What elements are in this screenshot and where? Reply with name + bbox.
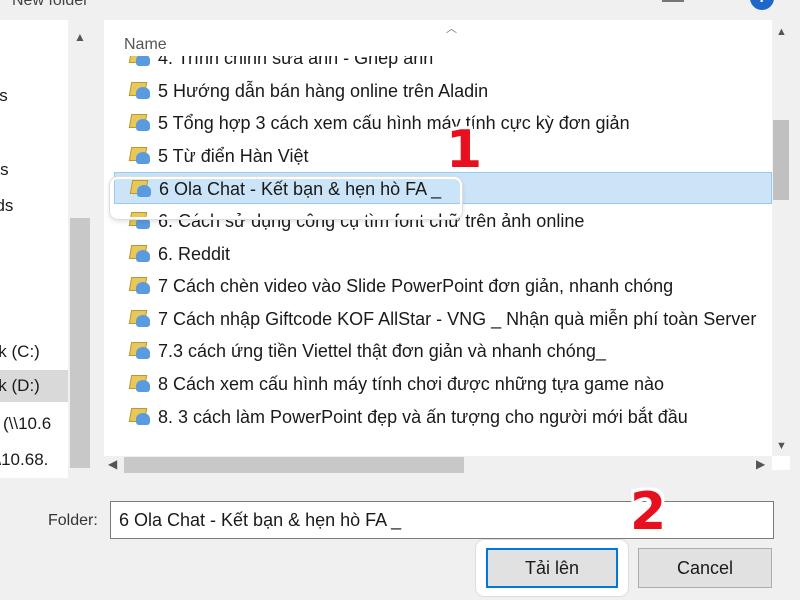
cancel-button[interactable]: Cancel: [638, 548, 772, 588]
upload-button[interactable]: Tải lên: [486, 548, 618, 588]
list-item[interactable]: 5 Tổng hợp 3 cách xem cấu hình máy tính …: [114, 107, 772, 139]
folder-field[interactable]: [110, 501, 774, 539]
help-icon[interactable]: ?: [750, 0, 774, 10]
navigation-pane: cts nts ads isk (C:)isk (D:) C (\\10.6 (\\10.…: [0, 20, 92, 478]
list-item[interactable]: 7 Cách chèn video vào Slide PowerPoint đ…: [114, 270, 772, 302]
folder-label: Folder:: [48, 512, 98, 529]
list-item-label: 5 Tổng hợp 3 cách xem cấu hình máy tính …: [158, 113, 630, 134]
list-item[interactable]: 7 Cách nhập Giftcode KOF AllStar - VNG _…: [114, 303, 772, 335]
shared-folder-icon: [128, 114, 150, 132]
nav-scrollbar-thumb[interactable]: [70, 218, 90, 468]
step-badge-2: 2: [630, 482, 667, 542]
list-item[interactable]: 6. Cách sử dụng công cụ tìm font chữ trê…: [114, 205, 772, 237]
list-item-label: 7 Cách chèn video vào Slide PowerPoint đ…: [158, 276, 674, 297]
list-item-label: 7.3 cách ứng tiền Viettel thật đơn giản …: [158, 341, 606, 362]
nav-item[interactable]: isk (D:): [0, 370, 70, 402]
shared-folder-icon: [128, 81, 150, 100]
list-item[interactable]: 5 Hướng dẫn bán hàng online trên Aladin: [114, 75, 772, 107]
list-item[interactable]: 5 Từ điển Hàn Việt: [114, 140, 772, 172]
scroll-up-icon[interactable]: ▲: [74, 30, 86, 44]
scroll-up-icon[interactable]: ▲: [776, 26, 787, 38]
shared-folder-icon: [128, 375, 150, 393]
list-item-label: 6. Reddit: [158, 243, 231, 264]
window-title: New folder: [12, 0, 89, 9]
shared-folder-icon: [128, 342, 150, 360]
shared-folder-icon: [128, 407, 150, 426]
column-header-name[interactable]: Name: [124, 36, 167, 54]
list-item-label: 5 Từ điển Hàn Việt: [158, 145, 309, 166]
list-item-label: 4. Trình chỉnh sửa ảnh - Ghép ảnh: [158, 56, 434, 68]
list-item[interactable]: 8. 3 cách làm PowerPoint đẹp và ấn tượng…: [114, 401, 772, 433]
list-item-label: 7 Cách nhập Giftcode KOF AllStar - VNG _…: [158, 308, 757, 329]
shared-folder-icon: [128, 56, 150, 67]
list-vertical-thumb[interactable]: [773, 120, 789, 200]
scroll-left-icon[interactable]: ◀: [108, 457, 117, 471]
shared-folder-icon: [128, 146, 150, 165]
list-item[interactable]: 4. Trình chỉnh sửa ảnh - Ghép ảnh: [114, 56, 772, 74]
list-item[interactable]: 6. Reddit: [114, 238, 772, 270]
nav-scrollbar[interactable]: ▲: [68, 20, 92, 478]
list-item[interactable]: 7.3 cách ứng tiền Viettel thật đơn giản …: [114, 335, 772, 367]
list-horizontal-scrollbar[interactable]: ◀ ▶: [104, 456, 772, 474]
shared-folder-icon: [128, 309, 150, 328]
scroll-down-icon[interactable]: ▼: [776, 440, 787, 452]
file-list: 4. Trình chỉnh sửa ảnh - Ghép ảnh 5 Hướng…: [104, 56, 772, 456]
list-vertical-scrollbar[interactable]: ▲ ▼: [772, 20, 790, 456]
list-item-label: 8. 3 cách làm PowerPoint đẹp và ấn tượng…: [158, 406, 688, 427]
list-item[interactable]: 8 Cách xem cấu hình máy tính chơi được n…: [114, 368, 772, 400]
nav-item[interactable]: (\\10.68.: [0, 444, 70, 476]
shared-folder-icon: [129, 180, 151, 198]
nav-item[interactable]: ads: [0, 190, 70, 222]
scroll-right-icon[interactable]: ▶: [756, 457, 765, 471]
nav-item[interactable]: isk (C:): [0, 336, 70, 368]
file-list-pane: ︿ Name 4. Trình chỉnh sửa ảnh - Ghép ảnh…: [104, 20, 790, 474]
shared-folder-icon: [128, 277, 150, 295]
shared-folder-icon: [128, 244, 150, 263]
nav-item[interactable]: C (\\10.6: [0, 408, 70, 440]
view-options-icon[interactable]: [662, 0, 684, 6]
dialog-title-bar: New folder ?: [0, 0, 800, 16]
list-item-label: 5 Hướng dẫn bán hàng online trên Aladin: [158, 80, 489, 101]
shared-folder-icon: [128, 212, 150, 230]
list-item[interactable]: 6 Ola Chat - Kết bạn & hẹn hò FA _: [114, 172, 772, 205]
list-item-label: 6 Ola Chat - Kết bạn & hẹn hò FA _: [159, 179, 442, 200]
sort-ascending-icon: ︿: [446, 23, 457, 35]
list-item-label: 8 Cách xem cấu hình máy tính chơi được n…: [158, 374, 665, 394]
nav-item[interactable]: nts: [0, 154, 70, 186]
list-horizontal-thumb[interactable]: [124, 457, 464, 473]
nav-item[interactable]: cts: [0, 80, 70, 112]
step-badge-1: 1: [446, 120, 483, 180]
list-item-label: 6. Cách sử dụng công cụ tìm font chữ trê…: [158, 211, 585, 231]
